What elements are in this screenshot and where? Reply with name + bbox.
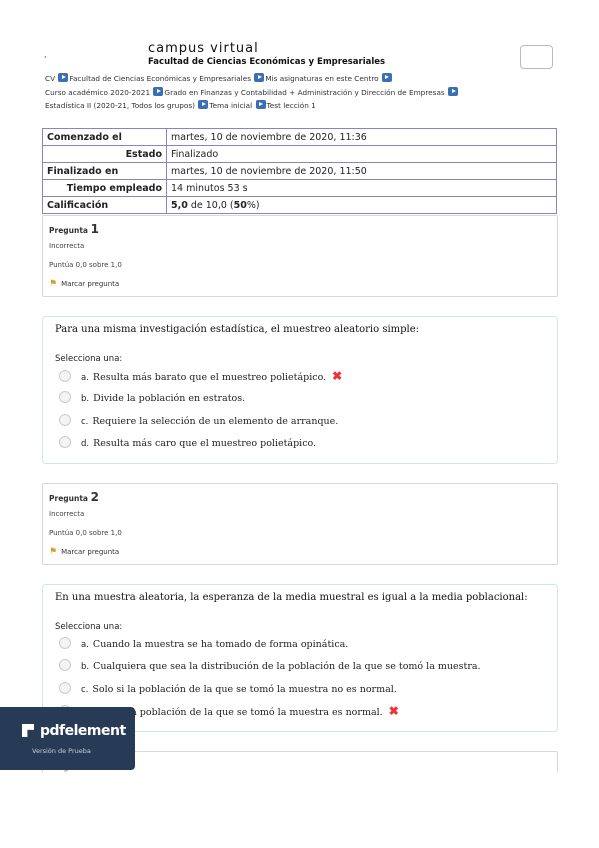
- question-info-2: Pregunta 2 Incorrecta Puntúa 0,0 sobre 1…: [42, 483, 558, 565]
- summary-grade: 5,0 de 10,0 (50%): [166, 196, 557, 214]
- question-text: Para una misma investigación estadística…: [55, 324, 420, 335]
- site-title[interactable]: campus virtual: [148, 41, 259, 56]
- attempt-summary-table: Comenzado el martes, 10 de noviembre de …: [42, 128, 557, 214]
- flag-question-link[interactable]: ⚑ Marcar pregunta: [49, 279, 119, 289]
- breadcrumb-separator-icon: [255, 100, 266, 109]
- site-subtitle: Facultad de Ciencias Económicas y Empres…: [148, 57, 386, 67]
- table-row: Calificación 5,0 de 10,0 (50%): [42, 196, 557, 214]
- question-info-1: Pregunta 1 Incorrecta Puntúa 0,0 sobre 1…: [42, 215, 558, 297]
- summary-value: Finalizado: [166, 145, 557, 163]
- radio-button[interactable]: [59, 391, 71, 403]
- summary-value: martes, 10 de noviembre de 2020, 11:50: [166, 162, 557, 180]
- breadcrumb-item-cv[interactable]: CV: [45, 74, 55, 83]
- breadcrumb-item-faculty[interactable]: Facultad de Ciencias Económicas y Empres…: [69, 74, 251, 83]
- question-status: Incorrecta: [49, 510, 85, 518]
- summary-value: martes, 10 de noviembre de 2020, 11:36: [166, 128, 557, 146]
- answer-option-c[interactable]: c. Solo si la población de la que se tomó…: [59, 682, 397, 695]
- flag-icon: ⚑: [49, 279, 58, 289]
- radio-button[interactable]: [59, 659, 71, 671]
- answer-prompt: Selecciona una:: [55, 354, 123, 364]
- breadcrumb-separator-icon: [254, 73, 265, 82]
- grade-mid: de 10,0 (: [187, 199, 234, 211]
- breadcrumb-separator-icon: [448, 86, 459, 96]
- radio-button[interactable]: [59, 414, 71, 426]
- question-text: En una muestra aleatoria, la esperanza d…: [55, 592, 528, 603]
- breadcrumb-item-topic[interactable]: Tema inicial: [209, 101, 252, 110]
- answer-option-d[interactable]: d. Resulta más caro que el muestreo polie…: [59, 436, 316, 449]
- incorrect-icon: ✖: [388, 704, 399, 718]
- grade-percent: 50: [233, 199, 247, 211]
- pdfelement-logo: pdfelement: [22, 723, 126, 739]
- breadcrumb-separator-icon: [198, 100, 209, 109]
- question-number: Pregunta 2: [49, 490, 99, 504]
- pdfelement-watermark: pdfelement Versión de Prueba: [0, 707, 135, 770]
- summary-key: Tiempo empleado: [42, 179, 167, 197]
- answer-option-a[interactable]: a. Cuando la muestra se ha tomado de form…: [59, 637, 348, 650]
- question-status: Incorrecta: [49, 242, 85, 250]
- watermark-subtitle: Versión de Prueba: [32, 747, 91, 755]
- radio-button[interactable]: [59, 370, 71, 382]
- breadcrumb-separator-icon: [381, 73, 392, 82]
- breadcrumb: CV Facultad de Ciencias Económicas y Emp…: [45, 72, 555, 113]
- table-row: Estado Finalizado: [42, 145, 557, 163]
- incorrect-icon: ✖: [332, 369, 343, 383]
- breadcrumb-separator-icon: [153, 86, 164, 96]
- breadcrumb-item-degree[interactable]: Grado en Finanzas y Contabilidad + Admin…: [164, 88, 444, 97]
- question-content-1: Para una misma investigación estadística…: [42, 316, 558, 464]
- answer-option-c[interactable]: c. Requiere la selección de un elemento d…: [59, 414, 338, 427]
- summary-key: Comenzado el: [42, 128, 167, 146]
- table-row: Tiempo empleado 14 minutos 53 s: [42, 179, 557, 197]
- grade-points: 5,0: [171, 199, 188, 211]
- summary-value: 14 minutos 53 s: [166, 179, 557, 197]
- radio-button[interactable]: [59, 637, 71, 649]
- flag-icon: ⚑: [49, 547, 58, 557]
- breadcrumb-item-test: Test lección 1: [266, 101, 316, 110]
- menu-toggle-box[interactable]: [520, 45, 553, 69]
- breadcrumb-item-academic-year[interactable]: Curso académico 2020-2021: [45, 88, 150, 97]
- header-dot: ,: [44, 50, 47, 59]
- question-score: Puntúa 0,0 sobre 1,0: [49, 261, 122, 269]
- table-row: Finalizado en martes, 10 de noviembre de…: [42, 162, 557, 180]
- summary-key: Calificación: [42, 196, 167, 214]
- breadcrumb-item-my-courses[interactable]: Mis asignaturas en este Centro: [265, 74, 378, 83]
- radio-button[interactable]: [59, 682, 71, 694]
- answer-prompt: Selecciona una:: [55, 622, 123, 632]
- summary-key: Estado: [42, 145, 167, 163]
- pdfelement-logo-icon: [22, 724, 34, 737]
- breadcrumb-separator-icon: [58, 73, 69, 82]
- breadcrumb-item-course[interactable]: Estadística II (2020-21, Todos los grupo…: [45, 101, 195, 110]
- grade-end: %): [246, 199, 260, 211]
- answer-option-b[interactable]: b. Divide la población en estratos.: [59, 391, 245, 404]
- answer-option-a[interactable]: a. Resulta más barato que el muestreo pol…: [59, 369, 342, 383]
- table-row: Comenzado el martes, 10 de noviembre de …: [42, 128, 557, 146]
- question-number: Pregunta 1: [49, 222, 99, 236]
- summary-key: Finalizado en: [42, 162, 167, 180]
- flag-question-link[interactable]: ⚑ Marcar pregunta: [49, 547, 119, 557]
- answer-option-b[interactable]: b. Cualquiera que sea la distribución de …: [59, 659, 481, 672]
- question-score: Puntúa 0,0 sobre 1,0: [49, 529, 122, 537]
- radio-button[interactable]: [59, 436, 71, 448]
